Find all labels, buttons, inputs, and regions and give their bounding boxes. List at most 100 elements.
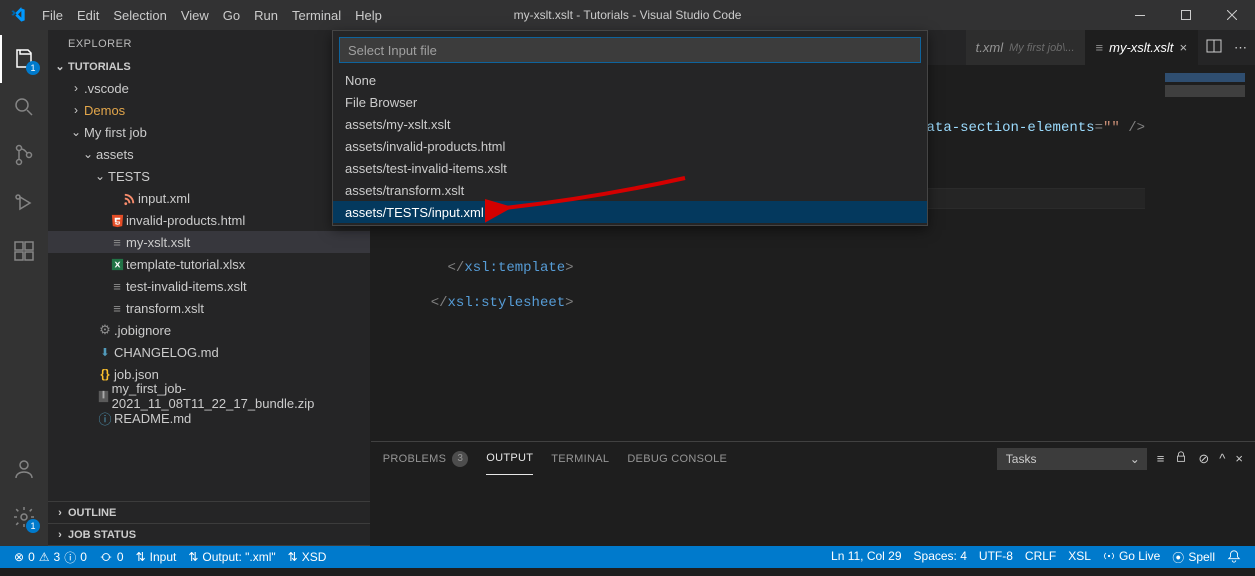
activity-debug[interactable] — [0, 179, 48, 227]
output-channel-select[interactable]: Tasks — [997, 448, 1147, 470]
file-icon: ≡ — [108, 235, 126, 250]
menu-file[interactable]: File — [35, 0, 70, 30]
status-spell[interactable]: ⦿ Spell — [1166, 549, 1221, 566]
vscode-logo — [0, 7, 35, 23]
explorer-badge: 1 — [26, 61, 40, 75]
quick-pick-input[interactable]: Select Input file — [339, 37, 921, 63]
panel-tab-problems[interactable]: PROBLEMS3 — [383, 442, 469, 475]
file-icon: ⚙ — [96, 322, 114, 338]
status-spaces[interactable]: Spaces: 4 — [908, 549, 973, 563]
status-output[interactable]: ⇅ Output: ".xml" — [182, 546, 281, 568]
menu-selection[interactable]: Selection — [106, 0, 173, 30]
menu-terminal[interactable]: Terminal — [285, 0, 348, 30]
tab-actions: ⋯ — [1198, 30, 1255, 65]
menu-edit[interactable]: Edit — [70, 0, 106, 30]
panel-tab-debug[interactable]: DEBUG CONSOLE — [627, 442, 727, 475]
workspace-header[interactable]: ⌄TUTORIALS — [48, 58, 370, 75]
menu-go[interactable]: Go — [216, 0, 247, 30]
tab-inactive[interactable]: t.xml My first job\... — [966, 30, 1086, 65]
panel-tab-terminal[interactable]: TERMINAL — [551, 442, 609, 475]
lock-icon[interactable] — [1174, 450, 1188, 467]
activity-bar: 1 1 — [0, 30, 48, 546]
file-row[interactable]: ≡transform.xslt — [48, 297, 370, 319]
file-icon: ≡ — [108, 279, 126, 294]
folder-row[interactable]: ⌄TESTS — [48, 165, 370, 187]
activity-extensions[interactable] — [0, 227, 48, 275]
tab-label: my-xslt.xslt — [1109, 40, 1173, 55]
tree-label: TESTS — [108, 169, 150, 184]
tab-close-icon[interactable]: × — [1179, 40, 1187, 55]
tree-label: test-invalid-items.xslt — [126, 279, 247, 294]
tree-label: README.md — [114, 411, 191, 426]
tree-label: input.xml — [138, 191, 190, 206]
more-icon[interactable]: ⋯ — [1234, 40, 1247, 56]
file-row[interactable]: input.xml — [48, 187, 370, 209]
clear-icon[interactable]: ⊘ — [1198, 451, 1209, 467]
activity-scm[interactable] — [0, 131, 48, 179]
activity-search[interactable] — [0, 83, 48, 131]
main-menu: File Edit Selection View Go Run Terminal… — [35, 0, 389, 30]
minimize-button[interactable] — [1117, 0, 1163, 30]
maximize-button[interactable] — [1163, 0, 1209, 30]
activity-explorer[interactable]: 1 — [0, 35, 48, 83]
status-bell[interactable] — [1221, 549, 1247, 563]
menu-help[interactable]: Help — [348, 0, 389, 30]
section-outline[interactable]: ›OUTLINE — [48, 502, 370, 524]
status-errors[interactable]: ⊗0⚠3ⓘ0 — [8, 546, 93, 568]
file-icon — [95, 389, 112, 404]
tree-label: My first job — [84, 125, 147, 140]
tab-active[interactable]: ≡ my-xslt.xslt × — [1086, 30, 1198, 65]
window-title: my-xslt.xslt - Tutorials - Visual Studio… — [514, 8, 742, 22]
expand-panel-icon[interactable]: ^ — [1219, 451, 1225, 466]
file-row[interactable]: invalid-products.html — [48, 209, 370, 231]
status-xsd[interactable]: ⇅ XSD — [282, 546, 333, 568]
split-editor-icon[interactable] — [1206, 38, 1222, 57]
activity-accounts[interactable] — [0, 445, 48, 493]
section-job-status[interactable]: ›JOB STATUS — [48, 524, 370, 546]
quick-pick: Select Input file NoneFile Browserassets… — [332, 30, 928, 226]
quick-pick-list: NoneFile Browserassets/my-xslt.xsltasset… — [333, 69, 927, 225]
folder-row[interactable]: ›.vscode — [48, 77, 370, 99]
menu-run[interactable]: Run — [247, 0, 285, 30]
quick-pick-item[interactable]: None — [333, 69, 927, 91]
file-row[interactable]: ≡my-xslt.xslt — [48, 231, 370, 253]
filter-icon[interactable]: ≡ — [1157, 451, 1165, 466]
folder-row[interactable]: ›Demos — [48, 99, 370, 121]
quick-pick-item[interactable]: File Browser — [333, 91, 927, 113]
file-row[interactable]: template-tutorial.xlsx — [48, 253, 370, 275]
file-icon — [108, 257, 126, 272]
quick-pick-item[interactable]: assets/invalid-products.html — [333, 135, 927, 157]
activity-settings[interactable]: 1 — [0, 493, 48, 541]
file-row[interactable]: ≡test-invalid-items.xslt — [48, 275, 370, 297]
file-row[interactable]: ⬇CHANGELOG.md — [48, 341, 370, 363]
status-eol[interactable]: CRLF — [1019, 549, 1062, 563]
close-panel-icon[interactable]: × — [1235, 451, 1243, 466]
menu-view[interactable]: View — [174, 0, 216, 30]
tree-label: my-xslt.xslt — [126, 235, 190, 250]
folder-row[interactable]: ⌄My first job — [48, 121, 370, 143]
status-language[interactable]: XSL — [1062, 549, 1097, 563]
folder-row[interactable]: ⌄assets — [48, 143, 370, 165]
tree-label: CHANGELOG.md — [114, 345, 219, 360]
file-row[interactable]: my_first_job-2021_11_08T11_22_17_bundle.… — [48, 385, 370, 407]
quick-pick-item[interactable]: assets/TESTS/input.xml — [333, 201, 927, 223]
problems-badge: 3 — [452, 451, 468, 467]
file-row[interactable]: ⚙.jobignore — [48, 319, 370, 341]
status-ports[interactable]: 0 — [93, 546, 130, 568]
status-position[interactable]: Ln 11, Col 29 — [825, 549, 908, 563]
status-bar: ⊗0⚠3ⓘ0 0 ⇅ Input ⇅ Output: ".xml" ⇅ XSD … — [0, 546, 1255, 568]
quick-pick-item[interactable]: assets/my-xslt.xslt — [333, 113, 927, 135]
quick-pick-item[interactable]: assets/transform.xslt — [333, 179, 927, 201]
tree-label: Demos — [84, 103, 125, 118]
status-input[interactable]: ⇅ Input — [130, 546, 183, 568]
tree-label: my_first_job-2021_11_08T11_22_17_bundle.… — [112, 381, 370, 411]
close-button[interactable] — [1209, 0, 1255, 30]
panel-tab-output[interactable]: OUTPUT — [486, 442, 533, 475]
quick-pick-item[interactable]: assets/test-invalid-items.xslt — [333, 157, 927, 179]
minimap[interactable] — [1145, 65, 1255, 441]
status-golive[interactable]: Go Live — [1097, 549, 1166, 563]
tree-label: template-tutorial.xlsx — [126, 257, 245, 272]
tree-label: job.json — [114, 367, 159, 382]
window-controls — [1117, 0, 1255, 30]
status-encoding[interactable]: UTF-8 — [973, 549, 1019, 563]
